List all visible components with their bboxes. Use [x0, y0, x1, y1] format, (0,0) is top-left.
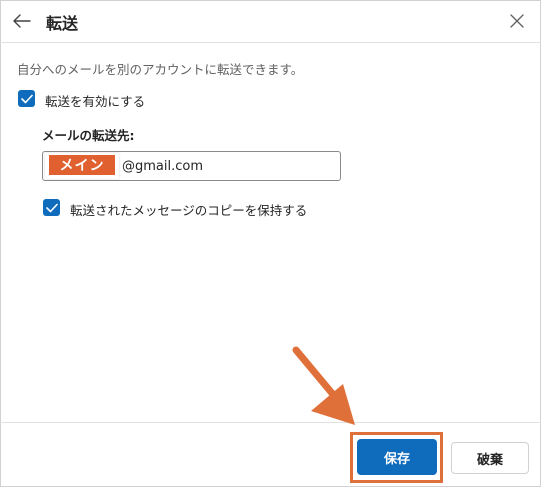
redaction-badge: メイン: [45, 153, 119, 179]
discard-button[interactable]: 破棄: [451, 442, 529, 474]
redaction-badge-label: メイン: [49, 155, 115, 175]
checkmark-icon: [45, 203, 58, 212]
back-button[interactable]: [8, 7, 36, 35]
keep-copy-checkbox[interactable]: [43, 199, 60, 216]
forward-to-label: メールの転送先:: [42, 128, 135, 143]
dialog-title: 転送: [46, 14, 79, 33]
enable-forwarding-checkbox[interactable]: [18, 90, 35, 107]
save-button[interactable]: 保存: [357, 439, 437, 475]
close-button[interactable]: [503, 7, 531, 35]
enable-forwarding-label[interactable]: 転送を有効にする: [45, 91, 145, 110]
footer-divider: [0, 422, 541, 423]
close-icon: [510, 14, 524, 28]
forward-email-value: @gmail.com: [122, 159, 204, 174]
forwarding-description: 自分へのメールを別のアカウントに転送できます。: [17, 62, 304, 77]
checkmark-icon: [20, 94, 33, 103]
arrow-left-icon: [13, 14, 31, 28]
keep-copy-label[interactable]: 転送されたメッセージのコピーを保持する: [70, 200, 307, 219]
dialog-header: 転送: [0, 0, 541, 43]
